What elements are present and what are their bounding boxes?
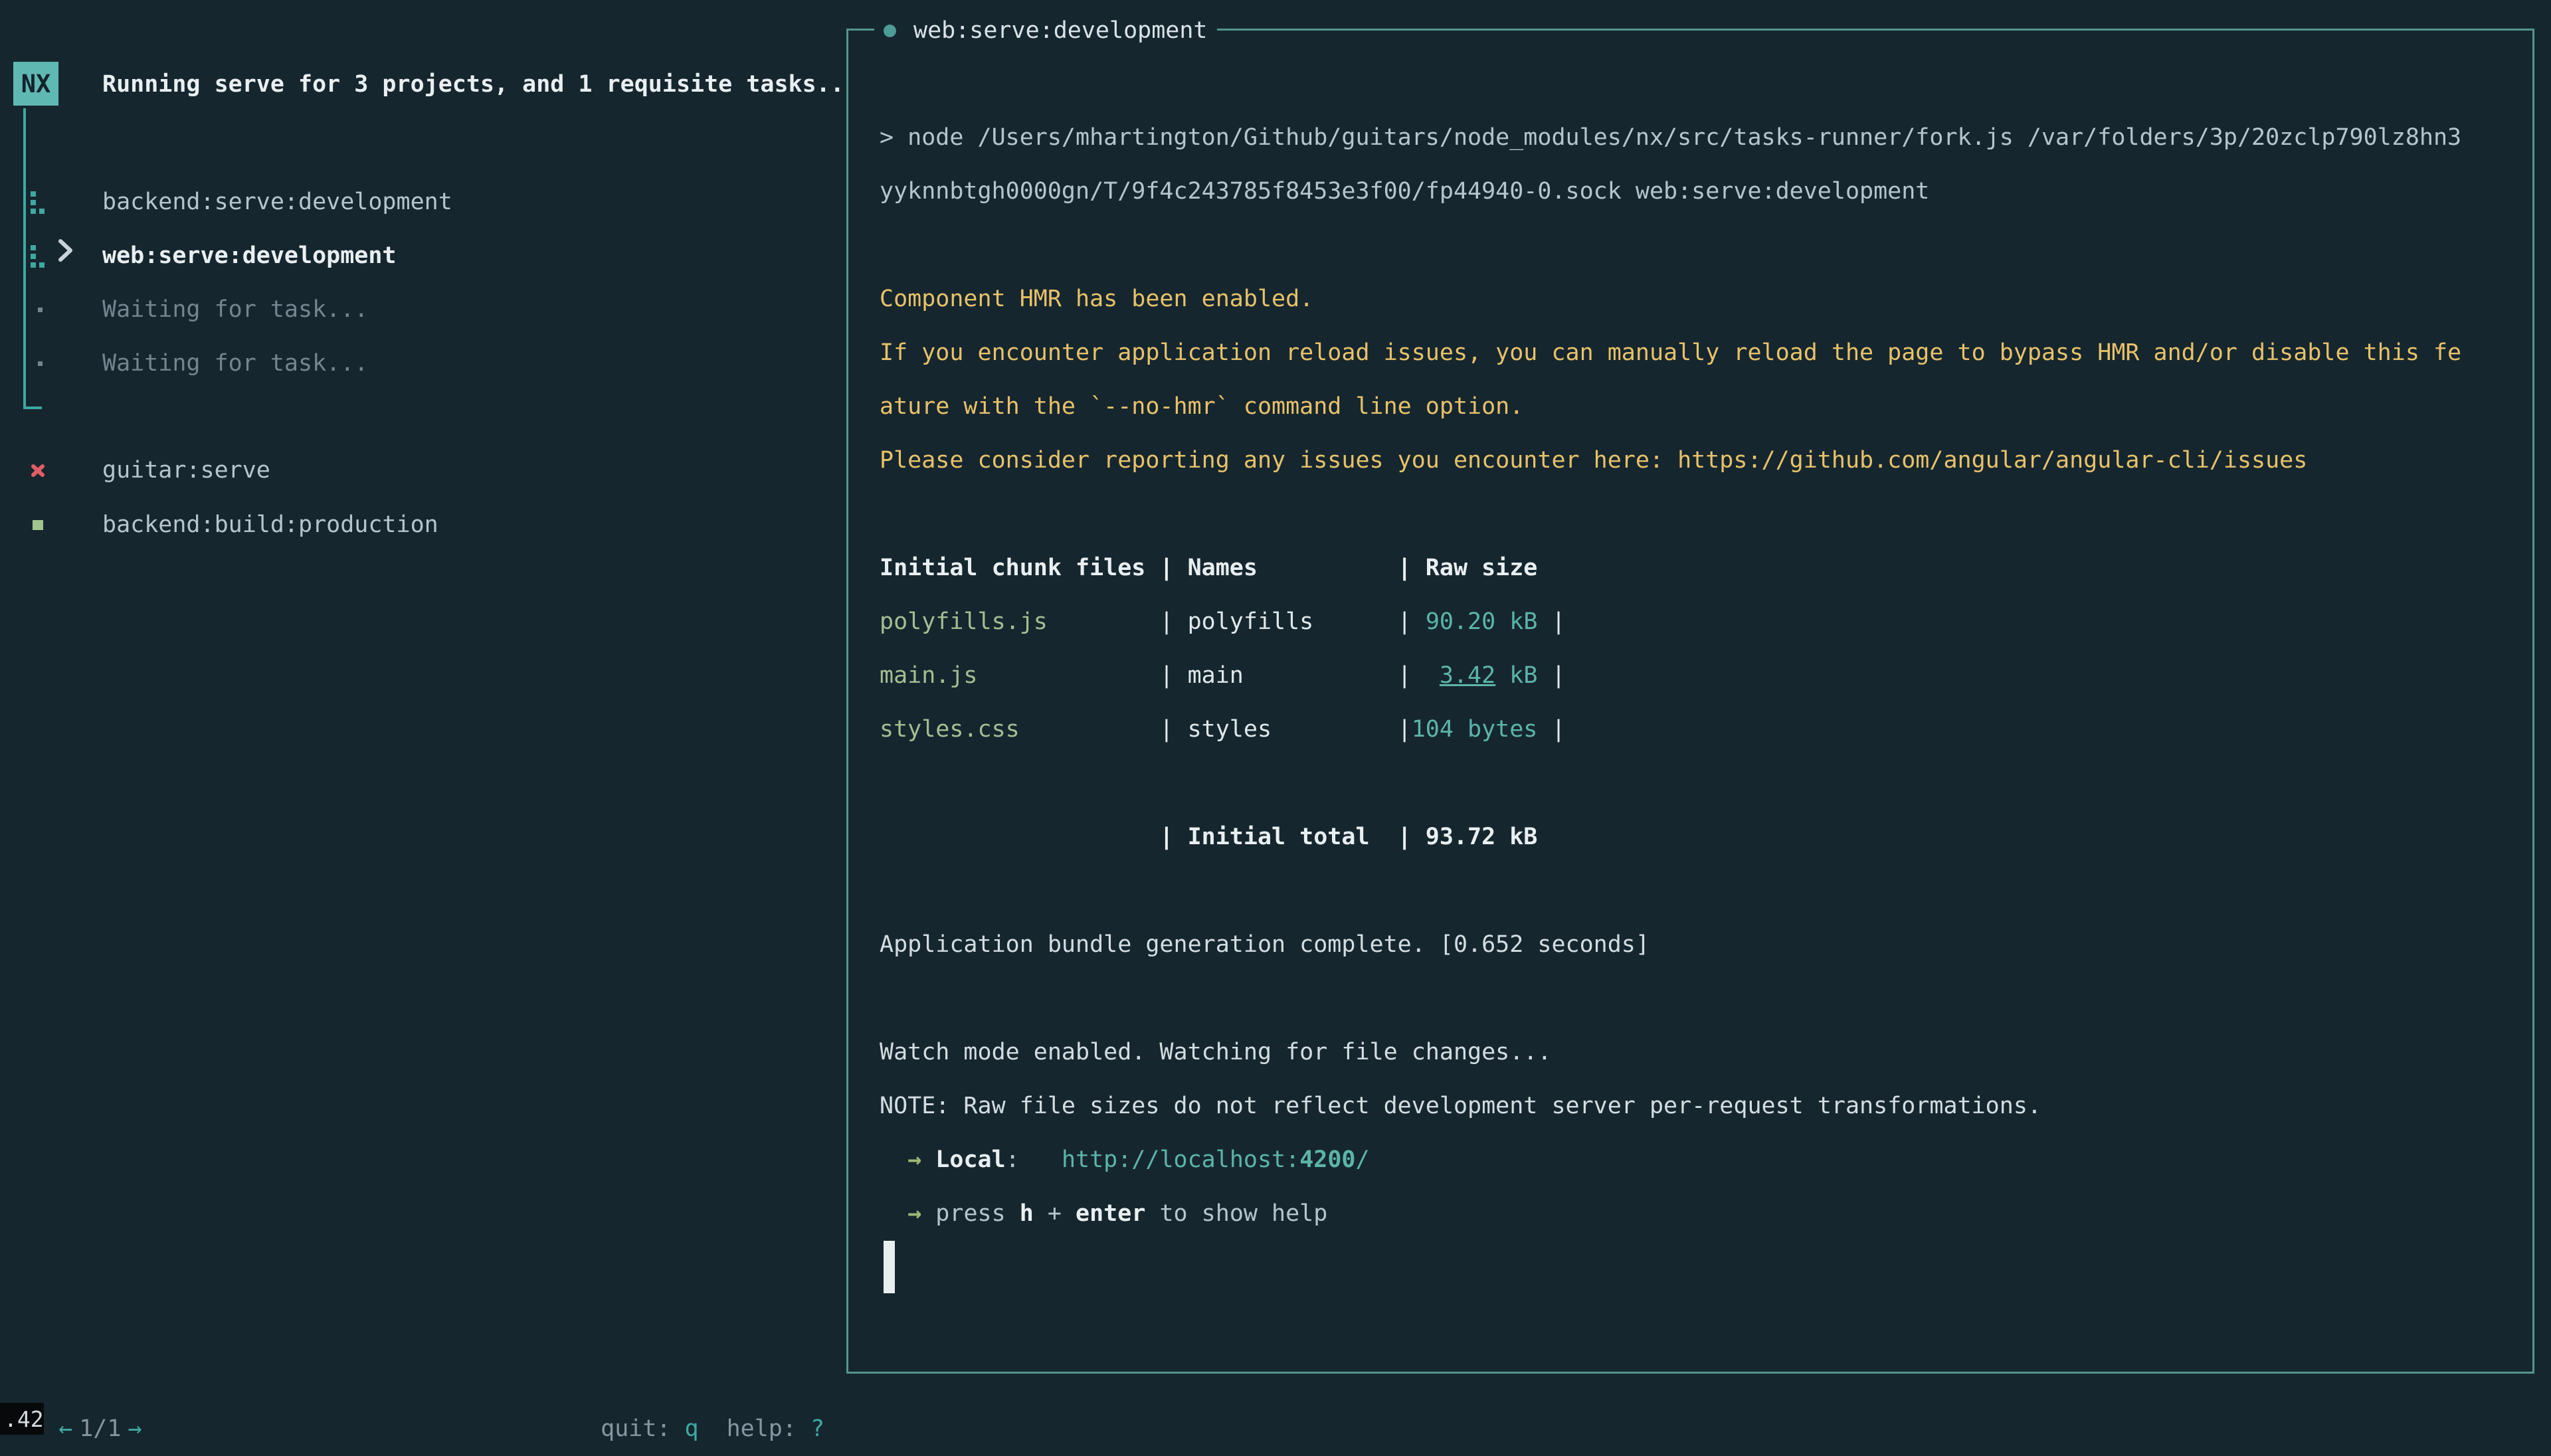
nx-logo: NX (13, 62, 58, 106)
task-row-waiting-1[interactable]: Waiting for task... (0, 283, 837, 337)
terminal-text-segment: | styles | (1020, 716, 1412, 743)
page-indicator: 1/1 (72, 1415, 128, 1442)
task-label: Waiting for task... (102, 283, 368, 337)
localhost-link[interactable]: 4200 (1299, 1146, 1355, 1173)
task-row-waiting-2[interactable]: Waiting for task... (0, 337, 837, 391)
terminal-text-segment: main.js (880, 662, 978, 689)
terminal-text-segment: | (1537, 608, 1565, 635)
terminal-text-segment: enter (1076, 1200, 1145, 1227)
terminal-text-segment: | Initial total | 93.72 kB (880, 824, 1537, 850)
terminal-text-segment: > node /Users/mhartington/Github/guitars… (880, 124, 2461, 151)
terminal-text-segment: 90.20 kB (1426, 608, 1538, 635)
terminal-text-segment: | (1537, 662, 1565, 689)
terminal-output: > node /Users/mhartington/Github/guitars… (880, 111, 2461, 1241)
quit-key: q (685, 1415, 699, 1442)
terminal-text-segment: Initial chunk files | Names | Raw size (880, 555, 1537, 581)
panel-title-bar: web:serve:development (874, 13, 1217, 48)
terminal-text-segment: | main | (978, 662, 1440, 689)
terminal-line: → Local: http://localhost:4200/ (880, 1133, 2461, 1187)
dot-icon (38, 361, 43, 366)
terminal-text-segment: Component HMR has been enabled. (880, 286, 1313, 312)
terminal-text-segment: to show help (1145, 1200, 1327, 1227)
terminal-text-segment: Application bundle generation complete. … (880, 931, 1650, 958)
terminal-line: | Initial total | 93.72 kB (880, 810, 2461, 864)
terminal-text-segment: | polyfills | (1048, 608, 1426, 635)
task-label: backend:build:production (102, 498, 438, 552)
terminal-line: If you encounter application reload issu… (880, 326, 2461, 380)
task-label: Waiting for task... (102, 337, 368, 391)
terminal-line: Application bundle generation complete. … (880, 918, 2461, 972)
task-label: guitar:serve (102, 444, 270, 498)
panel-title: web:serve:development (913, 17, 1208, 44)
terminal-line: Watch mode enabled. Watching for file ch… (880, 1026, 2461, 1079)
nx-terminal-ui: { "colors":{ "background":"#16262f","acc… (0, 0, 2551, 1435)
terminal-line: Please consider reporting any issues you… (880, 434, 2461, 488)
sidebar-title: Running serve for 3 projects, and 1 requ… (102, 58, 844, 112)
terminal-line: yyknnbtgh0000gn/T/9f4c243785f8453e3f00/f… (880, 165, 2461, 219)
terminal-text-segment: Watch mode enabled. Watching for file ch… (880, 1039, 1551, 1065)
square-icon (33, 520, 43, 530)
terminal-line: → press h + enter to show help (880, 1187, 2461, 1241)
status-bullet-icon (884, 25, 896, 37)
task-row-backend-build[interactable]: backend:build:production (0, 498, 837, 552)
terminal-line: styles.css | styles |104 bytes | (880, 703, 2461, 757)
terminal-line (880, 757, 2461, 810)
terminal-line: NOTE: Raw file sizes do not reflect deve… (880, 1079, 2461, 1133)
terminal-line: ature with the `--no-hmr` command line o… (880, 380, 2461, 434)
terminal-text-segment: If you encounter application reload issu… (880, 339, 2461, 366)
keyboard-hints: quit: q help:? (573, 1348, 824, 1456)
overlay-badge: .42 (0, 1403, 44, 1435)
terminal-text-segment: NOTE: Raw file sizes do not reflect deve… (880, 1093, 2041, 1119)
localhost-link[interactable]: http://localhost: (1062, 1146, 1299, 1173)
terminal-text-segment: ature with the `--no-hmr` command line o… (880, 393, 1523, 420)
task-label: backend:serve:development (102, 175, 452, 229)
terminal-line (880, 864, 2461, 918)
terminal-text-segment: : (1006, 1146, 1062, 1173)
spinner-icon (31, 245, 45, 268)
terminal-text-segment: | (1537, 716, 1565, 743)
terminal-line: Initial chunk files | Names | Raw size (880, 541, 2461, 595)
task-label: web:serve:development (102, 229, 397, 283)
terminal-line: polyfills.js | polyfills | 90.20 kB | (880, 595, 2461, 649)
terminal-line (880, 488, 2461, 541)
help-label: help: (727, 1415, 797, 1442)
task-row-guitar-serve[interactable]: guitar:serve (0, 444, 837, 498)
help-key: ? (810, 1415, 824, 1442)
terminal-text-segment: styles.css (880, 716, 1020, 743)
terminal-text-segment: polyfills.js (880, 608, 1048, 635)
quit-label: quit: (601, 1415, 670, 1442)
task-row-backend-serve[interactable]: backend:serve:development (0, 175, 837, 229)
page-navigation: ←1/1→ (31, 1348, 142, 1456)
localhost-link[interactable]: / (1355, 1146, 1369, 1173)
dot-icon (38, 308, 43, 312)
terminal-text-segment: press (935, 1200, 1019, 1227)
terminal-text-segment: → (880, 1200, 935, 1227)
terminal-text-segment: kB (1495, 662, 1537, 689)
terminal-line: main.js | main | 3.42 kB | (880, 649, 2461, 703)
terminal-text-segment: 3.42 (1440, 662, 1495, 689)
terminal-line: Component HMR has been enabled. (880, 272, 2461, 326)
terminal-text-segment: → (880, 1146, 935, 1173)
terminal-text-segment: 104 bytes (1412, 716, 1538, 743)
next-page-arrow-icon[interactable]: → (128, 1415, 142, 1442)
terminal-cursor (884, 1241, 895, 1293)
terminal-text-segment: h (1020, 1200, 1034, 1227)
prev-page-arrow-icon[interactable]: ← (58, 1415, 72, 1442)
terminal-line (880, 972, 2461, 1026)
terminal-line: > node /Users/mhartington/Github/guitars… (880, 111, 2461, 165)
terminal-text-segment: + (1034, 1200, 1076, 1227)
cross-icon (31, 464, 45, 477)
terminal-text-segment: yyknnbtgh0000gn/T/9f4c243785f8453e3f00/f… (880, 178, 1929, 205)
task-row-web-serve[interactable]: web:serve:development (0, 229, 837, 283)
terminal-text-segment: Please consider reporting any issues you… (880, 447, 2307, 474)
terminal-line (880, 219, 2461, 272)
terminal-text-segment: Local (935, 1146, 1005, 1173)
